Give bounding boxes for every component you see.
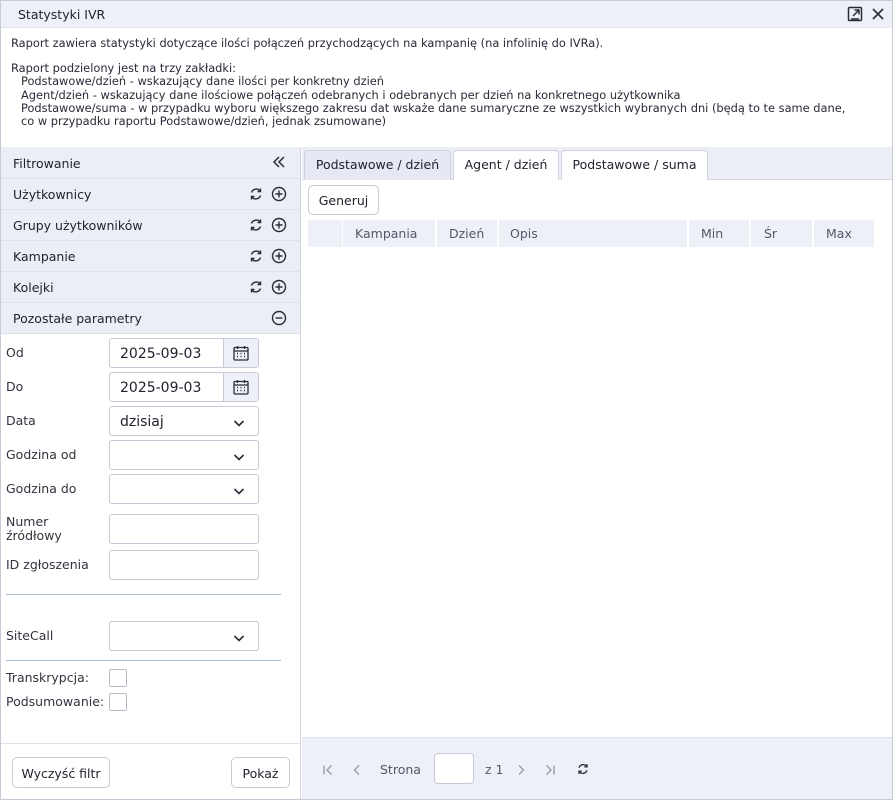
column-dzien: Dzień [449, 226, 485, 241]
ivr-stats-window: Statystyki IVR Raport zawiera statystyki… [0, 0, 893, 800]
page-count: z 1 [485, 762, 504, 777]
description-line: co w przypadku raportu Podstawowe/dzień,… [21, 114, 387, 129]
column-sr: Śr [764, 226, 778, 241]
filter-header: Filtrowanie [1, 147, 300, 179]
divider [6, 594, 281, 595]
grid-header-cell[interactable]: Śr [751, 220, 812, 247]
popout-icon[interactable] [846, 5, 864, 23]
refresh-icon[interactable] [247, 216, 265, 234]
section-other-params-label: Pozostałe parametry [13, 311, 142, 326]
add-circle-icon[interactable] [270, 278, 288, 296]
podsumowanie-label: Podsumowanie: [6, 694, 105, 709]
calendar-icon[interactable] [223, 339, 258, 367]
report-description: Raport zawiera statystyki dotyczące iloś… [1, 29, 892, 147]
clear-filter-button[interactable]: Wyczyść filtr [12, 757, 110, 788]
section-queues[interactable]: Kolejki [1, 272, 300, 303]
next-page-icon[interactable] [514, 762, 528, 776]
page-input[interactable] [434, 753, 474, 784]
od-label: Od [6, 345, 24, 360]
podsumowanie-checkbox[interactable] [109, 693, 127, 711]
do-date-value: 2025-09-03 [120, 380, 202, 396]
grid-header-cell[interactable]: Dzień [437, 220, 497, 247]
collapse-panel-icon[interactable] [270, 153, 288, 171]
chevron-down-icon[interactable] [232, 449, 246, 463]
description-line: Agent/dzień - wskazujący dane ilościowe … [21, 87, 681, 102]
window-title: Statystyki IVR [18, 7, 106, 22]
add-circle-icon[interactable] [270, 185, 288, 203]
remove-circle-icon[interactable] [270, 309, 288, 327]
section-users[interactable]: Użytkownicy [1, 179, 300, 210]
data-select-value: dzisiaj [120, 414, 164, 430]
first-page-icon[interactable] [321, 762, 335, 776]
sitecall-select[interactable] [109, 621, 259, 651]
tab-podstawowe-suma[interactable]: Podstawowe / suma [561, 150, 708, 180]
section-user-groups[interactable]: Grupy użytkowników [1, 210, 300, 241]
section-user-groups-label: Grupy użytkowników [13, 218, 143, 233]
filter-title: Filtrowanie [13, 156, 81, 171]
section-campaigns[interactable]: Kampanie [1, 241, 300, 272]
numer-label-line1: Numer [6, 514, 49, 529]
show-button[interactable]: Pokaż [231, 757, 290, 788]
tab-podstawowe-dzien[interactable]: Podstawowe / dzień [304, 150, 451, 180]
grid-header-cell[interactable]: Min [689, 220, 749, 247]
description-intro: Raport zawiera statystyki dotyczące iloś… [11, 36, 604, 50]
refresh-icon[interactable] [247, 185, 265, 203]
section-campaigns-label: Kampanie [13, 249, 76, 264]
prev-page-icon[interactable] [350, 762, 364, 776]
title-bar: Statystyki IVR [1, 1, 892, 28]
numer-zrodlowy-label: Numer źródłowy [6, 515, 62, 543]
tab-agent-dzien[interactable]: Agent / dzień [453, 150, 559, 180]
refresh-icon[interactable] [247, 247, 265, 265]
id-zgloszenia-input[interactable] [109, 550, 259, 580]
chevron-down-icon[interactable] [232, 415, 246, 429]
transkrypcja-checkbox[interactable] [109, 669, 127, 687]
godzina-do-label: Godzina do [6, 481, 77, 496]
sitecall-label: SiteCall [6, 628, 54, 643]
godzina-od-select[interactable] [109, 440, 259, 470]
numer-zrodlowy-input[interactable] [109, 514, 259, 544]
calendar-icon[interactable] [223, 373, 258, 401]
section-queues-label: Kolejki [13, 280, 54, 295]
grid-header-select [308, 220, 342, 247]
grid-header-cell[interactable]: Opis [499, 220, 687, 247]
add-circle-icon[interactable] [270, 216, 288, 234]
generate-button[interactable]: Generuj [308, 185, 379, 215]
section-users-label: Użytkownicy [13, 187, 92, 202]
add-circle-icon[interactable] [270, 247, 288, 265]
od-date-value: 2025-09-03 [120, 346, 202, 362]
refresh-icon[interactable] [575, 761, 591, 777]
column-min: Min [701, 226, 724, 241]
column-opis: Opis [510, 226, 538, 241]
od-date-field[interactable]: 2025-09-03 [109, 338, 259, 368]
last-page-icon[interactable] [543, 762, 557, 776]
grid-header-cell[interactable]: Kampania [343, 220, 435, 247]
numer-label-line2: źródłowy [6, 528, 62, 543]
filter-panel: Filtrowanie Użytkownicy Grupy użytkownik… [1, 147, 301, 799]
pager: Strona z 1 [302, 737, 892, 799]
grid-body [308, 248, 874, 733]
refresh-icon[interactable] [247, 278, 265, 296]
data-label: Data [6, 413, 36, 428]
transkrypcja-label: Transkrypcja: [6, 670, 89, 685]
chevron-down-icon[interactable] [232, 483, 246, 497]
divider [6, 660, 281, 661]
id-zgloszenia-label: ID zgłoszenia [6, 557, 89, 572]
report-panel: Podstawowe / dzień Agent / dzień Podstaw… [302, 147, 892, 799]
filter-actions: Wyczyść filtr Pokaż [1, 743, 300, 799]
column-kampania: Kampania [355, 226, 418, 241]
grid-header-cell[interactable]: Max [814, 220, 874, 247]
column-max: Max [826, 226, 852, 241]
report-tabs: Podstawowe / dzień Agent / dzień Podstaw… [302, 147, 892, 180]
data-select[interactable]: dzisiaj [109, 406, 259, 436]
godzina-od-label: Godzina od [6, 447, 77, 462]
godzina-do-select[interactable] [109, 474, 259, 504]
page-label: Strona [380, 762, 421, 777]
close-icon[interactable] [869, 5, 887, 23]
do-label: Do [6, 379, 24, 394]
section-other-params[interactable]: Pozostałe parametry [1, 303, 300, 334]
description-line: Podstawowe/dzień - wskazujący dane ilośc… [21, 74, 384, 89]
chevron-down-icon[interactable] [232, 630, 246, 644]
do-date-field[interactable]: 2025-09-03 [109, 372, 259, 402]
